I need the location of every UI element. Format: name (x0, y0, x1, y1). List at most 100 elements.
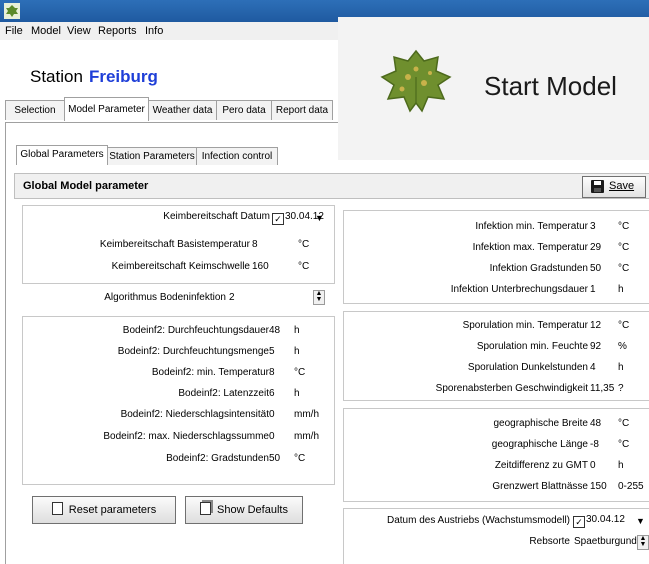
infektion-unterbrechungsdauer-value[interactable]: 1 (590, 284, 596, 295)
min-temperatur-label: Bodeinf2: min. Temperatur (151, 367, 269, 378)
floppy-disk-icon (591, 180, 604, 193)
algorithmus-value[interactable]: 2 (229, 292, 235, 303)
sporenabsterben-value[interactable]: 11,35 (590, 383, 614, 394)
basistemperatur-label: Keimbereitschaft Basistemperatur (99, 239, 250, 250)
sporulation-min-temperatur-value[interactable]: 12 (590, 320, 601, 331)
grenzwert-blattnaesse-value[interactable]: 150 (590, 481, 607, 492)
tab-model-parameter[interactable]: Model Parameter (64, 97, 149, 121)
document-icon (51, 502, 63, 515)
geographische-laenge-unit: °C (618, 439, 630, 450)
durchfeuchtungsmenge-value[interactable]: 5 (269, 346, 275, 357)
niederschlagssumme-unit: mm/h (294, 431, 319, 442)
show-defaults-button[interactable]: Show Defaults (185, 496, 303, 524)
date-dropdown-arrow-icon[interactable]: ▼ (315, 213, 324, 223)
sporulation-min-feuchte-unit: % (618, 341, 627, 352)
austrieb-value[interactable]: 30.04.12 (586, 514, 625, 525)
sporulation-min-feuchte-value[interactable]: 92 (590, 341, 601, 352)
sporulation-min-temperatur-unit: °C (618, 320, 630, 331)
latenzzeit-unit: h (294, 388, 300, 399)
infektion-unterbrechungsdauer-label: Infektion Unterbrechungsdauer (450, 284, 588, 295)
gradstunden-value[interactable]: 50 (269, 453, 280, 464)
tab-report-data[interactable]: Report data (271, 100, 333, 120)
geographische-laenge-label: geographische Länge (491, 439, 588, 450)
durchfeuchtungsdauer-label: Bodeinf2: Durchfeuchtungsdauer (122, 325, 269, 336)
sporulation-dunkelstunden-label: Sporulation Dunkelstunden (467, 362, 588, 373)
sporulation-min-temperatur-label: Sporulation min. Temperatur (462, 320, 588, 331)
infektion-max-temperatur-value[interactable]: 29 (590, 242, 601, 253)
header-title: Global Model parameter (23, 180, 149, 192)
gradstunden-unit: °C (294, 453, 306, 464)
latenzzeit-value[interactable]: 6 (269, 388, 275, 399)
zeitdifferenz-value[interactable]: 0 (590, 460, 596, 471)
zeitdifferenz-label: Zeitdifferenz zu GMT (494, 460, 588, 471)
tab-weather-data[interactable]: Weather data (148, 100, 217, 120)
rebsorte-spinner-icon[interactable]: ▲ ▼ (637, 535, 649, 550)
global-parameter-header: Global Model parameter Save (14, 173, 649, 199)
durchfeuchtungsdauer-value[interactable]: 48 (269, 325, 280, 336)
grape-leaf-icon (380, 49, 452, 113)
geographische-laenge-value[interactable]: -8 (590, 439, 599, 450)
keimbereitschaft-datum-checkbox[interactable]: ✓ (272, 213, 284, 225)
start-model-popup[interactable]: Start Model (338, 17, 649, 160)
durchfeuchtungsmenge-label: Bodeinf2: Durchfeuchtungsmenge (117, 346, 269, 357)
grape-leaf-app-icon (4, 3, 20, 19)
keimschwelle-label: Keimbereitschaft Keimschwelle (111, 261, 250, 272)
sporenabsterben-unit: ? (618, 383, 624, 394)
tab-selection[interactable]: Selection (5, 100, 65, 120)
niederschlagsintensitaet-value[interactable]: 0 (269, 409, 275, 420)
keimbereitschaft-datum-label: Keimbereitschaft Datum (163, 211, 270, 222)
infektion-min-temperatur-value[interactable]: 3 (590, 221, 596, 232)
subtab-station-parameters[interactable]: Station Parameters (107, 147, 197, 165)
start-model-label[interactable]: Start Model (484, 71, 617, 102)
durchfeuchtungsdauer-unit: h (294, 325, 300, 336)
niederschlagsintensitaet-label: Bodeinf2: Niederschlagsintensität (120, 409, 269, 420)
station-name: Freiburg (88, 67, 158, 86)
sporulation-dunkelstunden-unit: h (618, 362, 624, 373)
keimschwelle-value[interactable]: 160 (252, 261, 269, 272)
niederschlagsintensitaet-unit: mm/h (294, 409, 319, 420)
sporulation-panel: Sporulation min. Temperatur 12 °C Sporul… (343, 311, 649, 401)
geographische-breite-value[interactable]: 48 (590, 418, 601, 429)
austrieb-label: Datum des Austriebs (Wachstumsmodell) (386, 515, 570, 526)
geographie-panel: geographische Breite 48 °C geographische… (343, 408, 649, 502)
menu-reports[interactable]: Reports (98, 25, 137, 37)
infektion-min-temperatur-unit: °C (618, 221, 630, 232)
subtab-infection-control[interactable]: Infection control (196, 147, 278, 165)
station-label: Station (30, 67, 83, 86)
bodeninfektion-panel: Bodeinf2: Durchfeuchtungsdauer 48 h Bode… (22, 316, 335, 485)
reset-parameters-button[interactable]: Reset parameters (32, 496, 176, 524)
subtab-global-parameters[interactable]: Global Parameters (16, 145, 108, 165)
austrieb-panel: Datum des Austriebs (Wachstumsmodell) ✓ … (343, 508, 649, 564)
infektion-unterbrechungsdauer-unit: h (618, 284, 624, 295)
niederschlagssumme-value[interactable]: 0 (269, 431, 275, 442)
grenzwert-blattnaesse-label: Grenzwert Blattnässe (492, 481, 588, 492)
gradstunden-label: Bodeinf2: Gradstunden (166, 453, 269, 464)
tab-pero-data[interactable]: Pero data (216, 100, 272, 120)
sporenabsterben-label: Sporenabsterben Geschwindigkeit (435, 383, 588, 394)
min-temperatur-unit: °C (294, 367, 306, 378)
rebsorte-value[interactable]: Spaetburgund (574, 536, 637, 547)
menu-view[interactable]: View (67, 25, 91, 37)
min-temperatur-value[interactable]: 8 (269, 367, 275, 378)
station-heading: Station Freiburg (30, 67, 158, 87)
sporulation-dunkelstunden-value[interactable]: 4 (590, 362, 596, 373)
save-button[interactable]: Save (582, 176, 646, 198)
save-label: Save (609, 180, 635, 192)
niederschlagssumme-label: Bodeinf2: max. Niederschlagssumme (103, 431, 269, 442)
keimschwelle-unit: °C (298, 261, 310, 272)
basistemperatur-value[interactable]: 8 (252, 239, 258, 250)
menu-file[interactable]: File (5, 25, 23, 37)
austrieb-checkbox[interactable]: ✓ (573, 516, 585, 528)
geographische-breite-label: geographische Breite (493, 418, 588, 429)
infektion-panel: Infektion min. Temperatur 3 °C Infektion… (343, 210, 649, 304)
austrieb-dropdown-arrow-icon[interactable]: ▼ (636, 516, 645, 526)
zeitdifferenz-unit: h (618, 460, 624, 471)
sporulation-min-feuchte-label: Sporulation min. Feuchte (476, 341, 588, 352)
rebsorte-label: Rebsorte (529, 536, 570, 547)
algorithmus-label: Algorithmus Bodeninfektion (104, 292, 226, 303)
keimbereitschaft-panel: Keimbereitschaft Datum ✓ 30.04.12 ▼ Keim… (22, 205, 335, 284)
algorithmus-spinner-icon[interactable]: ▲ ▼ (313, 290, 325, 305)
infektion-gradstunden-value[interactable]: 50 (590, 263, 601, 274)
menu-model[interactable]: Model (31, 25, 61, 37)
menu-info[interactable]: Info (145, 25, 163, 37)
